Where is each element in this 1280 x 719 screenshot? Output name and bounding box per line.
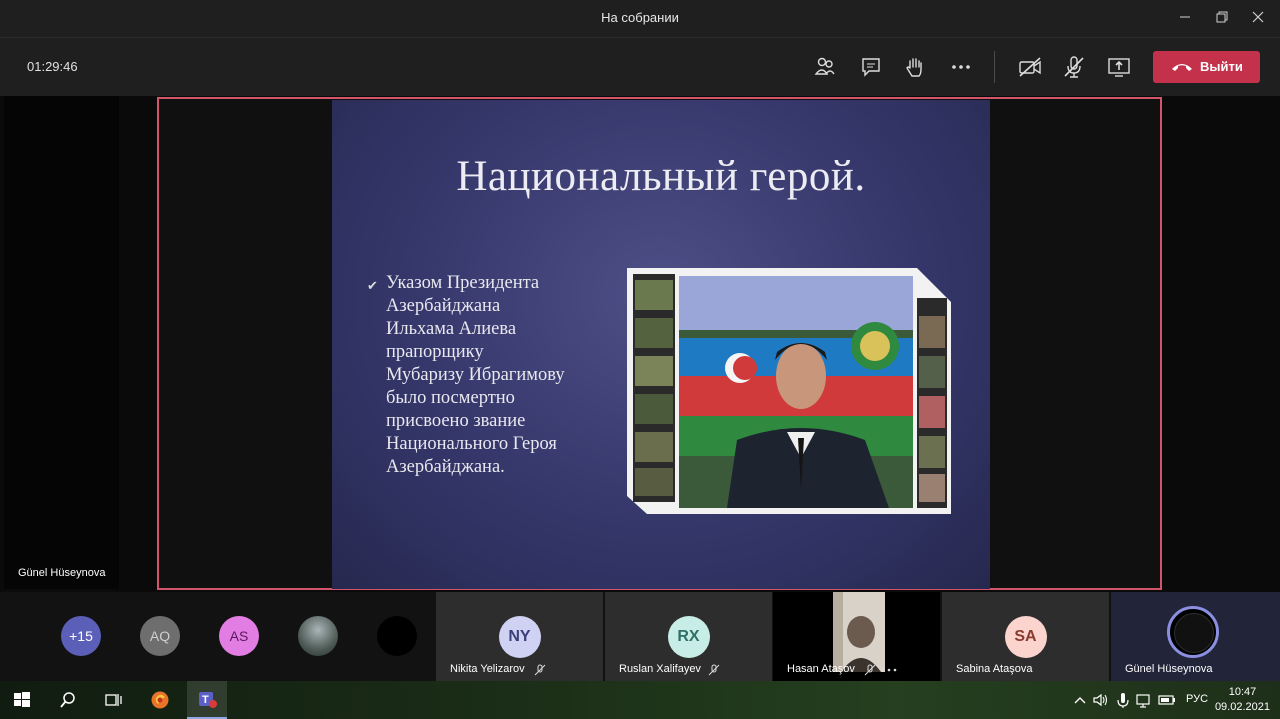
toolbar-separator xyxy=(994,51,995,83)
minimize-icon xyxy=(1180,16,1190,18)
more-icon xyxy=(881,668,897,672)
slide-line: Азербайджана. xyxy=(386,457,505,477)
window-title-bar: На собрании xyxy=(0,0,1280,37)
close-button[interactable] xyxy=(1246,7,1270,29)
participant-tile[interactable]: Hasan Ataşov xyxy=(773,592,940,681)
raise-hand-button[interactable] xyxy=(902,54,928,80)
input-language-indicator[interactable]: РУС xyxy=(1186,693,1208,705)
minimize-button[interactable] xyxy=(1173,7,1197,29)
hang-up-icon xyxy=(1172,64,1192,71)
hero-portrait-image xyxy=(627,268,951,514)
leave-meeting-button[interactable]: Выйти xyxy=(1153,51,1260,83)
people-icon xyxy=(814,57,835,75)
start-button[interactable] xyxy=(12,690,32,710)
search-icon xyxy=(60,692,75,708)
participant-tile[interactable]: RX Ruslan Xalifayev xyxy=(605,592,772,681)
more-options-button[interactable] xyxy=(948,54,974,80)
speaker-icon xyxy=(1093,693,1108,707)
participant-tile-active[interactable]: Günel Hüseynova xyxy=(1111,592,1280,681)
network-button[interactable] xyxy=(1134,690,1154,710)
chat-button[interactable] xyxy=(858,54,884,80)
svg-text:T: T xyxy=(202,694,209,706)
meeting-timer: 01:29:46 xyxy=(27,59,78,74)
leave-label: Выйти xyxy=(1200,59,1243,74)
avatar-inner xyxy=(1174,613,1214,653)
participant-name: Hasan Ataşov xyxy=(787,663,855,675)
participant-photo-avatar[interactable] xyxy=(298,616,338,656)
mic-off-icon xyxy=(534,664,546,676)
shared-screen[interactable]: Национальный герой. ✔ Указом Президента … xyxy=(157,97,1162,590)
slide-line: Мубаризу Ибрагимову xyxy=(386,365,565,385)
windows-logo-icon xyxy=(14,692,30,707)
slide-line: Национального Героя xyxy=(386,434,557,454)
slide-line: Указом Президента xyxy=(386,273,540,293)
window-title: На собрании xyxy=(601,10,679,25)
system-clock[interactable]: 10:47 09.02.2021 xyxy=(1215,685,1270,715)
chevron-up-icon xyxy=(1074,697,1086,704)
participant-name: Nikita Yelizarov xyxy=(450,663,525,675)
microphone-icon xyxy=(1117,693,1129,708)
volume-button[interactable] xyxy=(1091,690,1111,710)
taskbar-app-browser[interactable] xyxy=(150,690,170,710)
share-screen-icon xyxy=(1108,58,1130,77)
speaking-avatar xyxy=(1167,606,1219,658)
raise-hand-icon xyxy=(906,58,922,77)
participant-initials: NY xyxy=(498,616,541,658)
participant-avatar[interactable]: AS xyxy=(219,616,259,656)
task-view-icon xyxy=(105,694,122,706)
microphone-status[interactable] xyxy=(1113,690,1133,710)
slide-line: было посмертно xyxy=(386,388,515,408)
slide-body: Указом Президента Азербайджана Ильхама А… xyxy=(386,272,616,479)
restore-icon xyxy=(1216,11,1228,23)
participant-avatar[interactable] xyxy=(377,616,417,656)
slide-line: прапорщику xyxy=(386,342,484,362)
participant-tile[interactable]: SA Sabina Ataşova xyxy=(942,592,1109,681)
clock-date: 09.02.2021 xyxy=(1214,701,1270,713)
mic-toggle-button[interactable] xyxy=(1061,54,1087,80)
maximize-button[interactable] xyxy=(1210,7,1234,29)
browser-app-icon xyxy=(151,691,169,709)
participant-name: Ruslan Xalifayev xyxy=(619,663,701,675)
chat-icon xyxy=(862,58,880,77)
clock-time: 10:47 xyxy=(1228,686,1257,698)
task-view-button[interactable] xyxy=(103,690,123,710)
windows-taskbar: T РУС 10:47 09.02.2021 xyxy=(0,681,1280,719)
participants-strip: +15 AQ AS NY Nikita Yelizarov RX Ruslan … xyxy=(0,592,1280,681)
share-screen-button[interactable] xyxy=(1106,54,1132,80)
show-hidden-icons-button[interactable] xyxy=(1070,690,1090,710)
meeting-toolbar: 01:29:46 Выйти xyxy=(0,37,1280,96)
close-icon xyxy=(1252,11,1264,23)
slide-line: Ильхама Алиева xyxy=(386,319,517,339)
participant-name: Günel Hüseynova xyxy=(1125,663,1213,675)
participants-button[interactable] xyxy=(812,54,838,80)
camera-off-icon xyxy=(1019,57,1041,77)
camera-toggle-button[interactable] xyxy=(1017,54,1043,80)
network-icon xyxy=(1136,694,1150,708)
participant-video-tile[interactable]: Günel Hüseynova xyxy=(4,96,119,589)
more-icon xyxy=(952,65,970,69)
mic-off-icon xyxy=(1064,56,1084,78)
taskbar-app-teams[interactable]: T xyxy=(187,681,227,719)
participant-initials: SA xyxy=(1004,616,1047,658)
meeting-stage: Günel Hüseynova Национальный герой. ✔ Ук… xyxy=(0,96,1280,591)
bullet-icon: ✔ xyxy=(367,278,378,293)
mic-off-icon xyxy=(708,664,720,676)
battery-status[interactable] xyxy=(1157,690,1177,710)
search-button[interactable] xyxy=(58,690,78,710)
battery-icon xyxy=(1158,695,1175,705)
slide-line: Азербайджана xyxy=(386,296,501,316)
participant-video xyxy=(833,592,885,672)
mic-off-icon xyxy=(864,664,876,676)
participant-avatar[interactable]: AQ xyxy=(140,616,180,656)
slide-title: Национальный герой. xyxy=(456,153,866,200)
participant-name: Sabina Ataşova xyxy=(956,663,1033,675)
presentation-slide: Национальный герой. ✔ Указом Президента … xyxy=(332,100,990,589)
participant-name: Günel Hüseynova xyxy=(18,567,106,579)
participant-tile[interactable]: NY Nikita Yelizarov xyxy=(436,592,603,681)
slide-line: присвоено звание xyxy=(386,411,526,431)
participant-initials: RX xyxy=(667,616,710,658)
more-participants-badge[interactable]: +15 xyxy=(61,616,101,656)
teams-app-icon: T xyxy=(199,692,217,708)
